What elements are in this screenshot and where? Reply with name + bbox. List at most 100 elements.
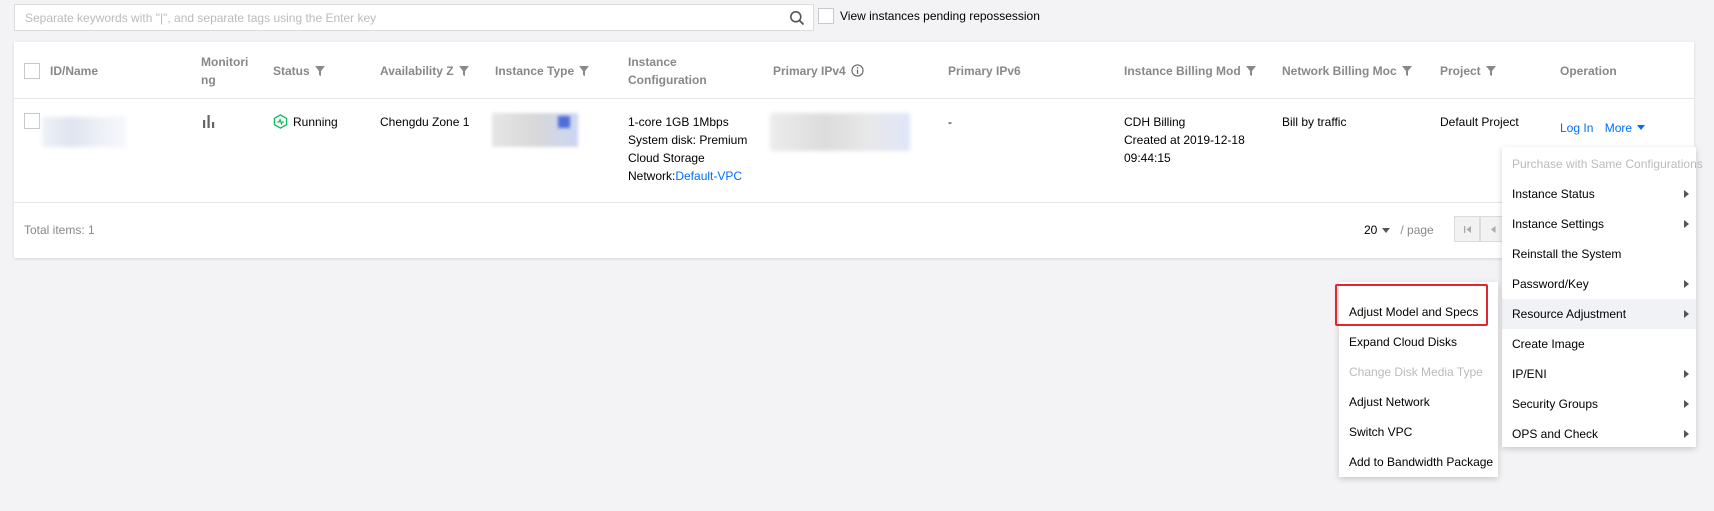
select-all-checkbox[interactable] <box>24 62 40 79</box>
menu-item-create-image[interactable]: Create Image <box>1502 329 1696 359</box>
col-instance-billing: Instance Billing Mod <box>1124 42 1256 99</box>
config-network-label: Network: <box>628 169 676 183</box>
menu-item-instance-settings[interactable]: Instance Settings <box>1502 209 1696 239</box>
col-id-name-label: ID/Name <box>50 63 99 78</box>
col-project: Project <box>1440 42 1496 99</box>
filter-icon[interactable] <box>1245 65 1256 76</box>
billing-line: CDH Billing <box>1124 115 1186 129</box>
chevron-right-icon <box>1684 370 1689 378</box>
menu-item-purchase-same-config[interactable]: Purchase with Same Configurations <box>1502 149 1703 179</box>
chevron-right-icon <box>1684 430 1689 438</box>
menu-item-label: Add to Bandwidth Package <box>1349 455 1494 469</box>
filter-icon[interactable] <box>1401 65 1412 76</box>
config-line: Cloud Storage <box>628 151 705 165</box>
menu-item-resource-adjustment[interactable]: Resource Adjustment <box>1502 299 1696 329</box>
col-operation-label: Operation <box>1560 63 1617 78</box>
instance-config-cell: 1-core 1GB 1Mbps System disk: Premium Cl… <box>628 113 747 185</box>
table-footer: Total items: 1 20 / page <box>14 203 1694 258</box>
col-availability-zone-label: Availability Z <box>380 63 454 78</box>
col-monitoring-label: Monitori ng <box>201 53 248 89</box>
submenu-item-adjust-network[interactable]: Adjust Network <box>1339 387 1498 417</box>
col-primary-ipv4: Primary IPv4 <box>773 42 864 99</box>
chevron-right-icon <box>1684 190 1689 198</box>
filter-icon[interactable] <box>458 65 469 76</box>
menu-item-label: Password/Key <box>1512 277 1589 291</box>
submenu-item-change-disk-media[interactable]: Change Disk Media Type <box>1339 357 1498 387</box>
search-input[interactable] <box>15 5 775 30</box>
submenu-item-switch-vpc[interactable]: Switch VPC <box>1339 417 1498 447</box>
submenu-item-expand-cloud-disks[interactable]: Expand Cloud Disks <box>1339 327 1498 357</box>
info-icon[interactable] <box>851 64 864 77</box>
menu-item-label: OPS and Check <box>1512 427 1599 441</box>
menu-item-label: Reinstall the System <box>1512 247 1622 261</box>
col-primary-ipv4-label: Primary IPv4 <box>773 63 846 78</box>
menu-item-password-key[interactable]: Password/Key <box>1502 269 1696 299</box>
menu-item-label: Create Image <box>1512 337 1585 351</box>
prev-page-icon <box>1491 226 1496 233</box>
monitoring-chart-icon[interactable] <box>202 115 216 128</box>
col-project-label: Project <box>1440 63 1481 78</box>
filter-icon[interactable] <box>1485 65 1496 76</box>
menu-item-ip-eni[interactable]: IP/ENI <box>1502 359 1696 389</box>
default-vpc-link[interactable]: Default-VPC <box>675 169 742 183</box>
col-instance-config-line2: Configuration <box>628 72 707 87</box>
col-instance-type: Instance Type <box>495 42 590 99</box>
primary-ipv4-redacted[interactable] <box>770 113 910 151</box>
config-line: 1-core 1GB 1Mbps <box>628 115 729 129</box>
login-link[interactable]: Log In <box>1560 121 1593 135</box>
primary-ipv6-cell: - <box>948 115 952 129</box>
menu-item-label: Instance Settings <box>1512 217 1605 231</box>
chevron-right-icon <box>1684 400 1689 408</box>
menu-item-label: Resource Adjustment <box>1512 307 1627 321</box>
menu-item-label: Change Disk Media Type <box>1349 365 1483 379</box>
status-cell: Running <box>273 113 338 131</box>
resource-adjustment-submenu: Adjust Model and Specs Expand Cloud Disk… <box>1339 282 1498 477</box>
col-monitoring-line2: ng <box>201 72 216 87</box>
instance-type-redacted <box>492 113 578 147</box>
search-icon[interactable] <box>789 10 805 26</box>
col-monitoring: Monitori ng <box>201 42 256 99</box>
instance-billing-cell: CDH Billing Created at 2019-12-18 09:44:… <box>1124 113 1245 167</box>
menu-item-label: Expand Cloud Disks <box>1349 335 1458 349</box>
chevron-right-icon <box>1684 310 1689 318</box>
menu-item-reinstall-system[interactable]: Reinstall the System <box>1502 239 1696 269</box>
first-page-icon <box>1464 226 1471 233</box>
page-size-select[interactable]: 20 / page <box>1364 223 1434 237</box>
menu-item-label: Switch VPC <box>1349 425 1413 439</box>
col-primary-ipv6-label: Primary IPv6 <box>948 63 1021 78</box>
pending-repossession-filter[interactable]: View instances pending repossession <box>818 8 1040 24</box>
network-billing-cell: Bill by traffic <box>1282 115 1347 129</box>
menu-item-ops-and-check[interactable]: OPS and Check <box>1502 419 1696 449</box>
col-instance-type-label: Instance Type <box>495 63 575 78</box>
chevron-right-icon <box>1684 220 1689 228</box>
row-checkbox[interactable] <box>24 113 40 129</box>
col-instance-config-label: Instance Configuration <box>628 53 707 89</box>
col-status-label: Status <box>273 63 310 78</box>
more-dropdown[interactable]: More <box>1604 121 1646 135</box>
col-network-billing-label: Network Billing Moc <box>1282 63 1397 78</box>
caret-down-icon <box>1382 227 1391 233</box>
col-id-name: ID/Name <box>24 42 98 99</box>
filter-icon[interactable] <box>314 65 325 76</box>
operation-cell: Log In More <box>1560 119 1646 137</box>
billing-line: Created at 2019-12-18 <box>1124 133 1245 147</box>
col-instance-billing-label: Instance Billing Mod <box>1124 63 1241 78</box>
per-page-label: / page <box>1400 223 1434 237</box>
more-label: More <box>1604 121 1633 135</box>
table-row: Running Chengdu Zone 1 1-core 1GB 1Mbps … <box>14 99 1694 203</box>
col-instance-config: Instance Configuration <box>628 42 707 99</box>
instance-id-redacted[interactable] <box>42 117 126 147</box>
pending-repossession-checkbox[interactable] <box>818 8 834 24</box>
submenu-item-add-bandwidth-package[interactable]: Add to Bandwidth Package <box>1339 447 1498 477</box>
filter-icon[interactable] <box>579 65 590 76</box>
submenu-item-adjust-model-specs[interactable]: Adjust Model and Specs <box>1339 297 1498 327</box>
availability-zone-cell: Chengdu Zone 1 <box>380 115 470 129</box>
menu-item-instance-status[interactable]: Instance Status <box>1502 179 1696 209</box>
menu-item-security-groups[interactable]: Security Groups <box>1502 389 1696 419</box>
first-page-button[interactable] <box>1454 216 1480 242</box>
status-text: Running <box>293 115 338 129</box>
caret-down-icon <box>1637 125 1646 130</box>
menu-item-label: Purchase with Same Configurations <box>1512 157 1703 171</box>
search-box[interactable] <box>14 4 814 31</box>
billing-line: 09:44:15 <box>1124 151 1171 165</box>
